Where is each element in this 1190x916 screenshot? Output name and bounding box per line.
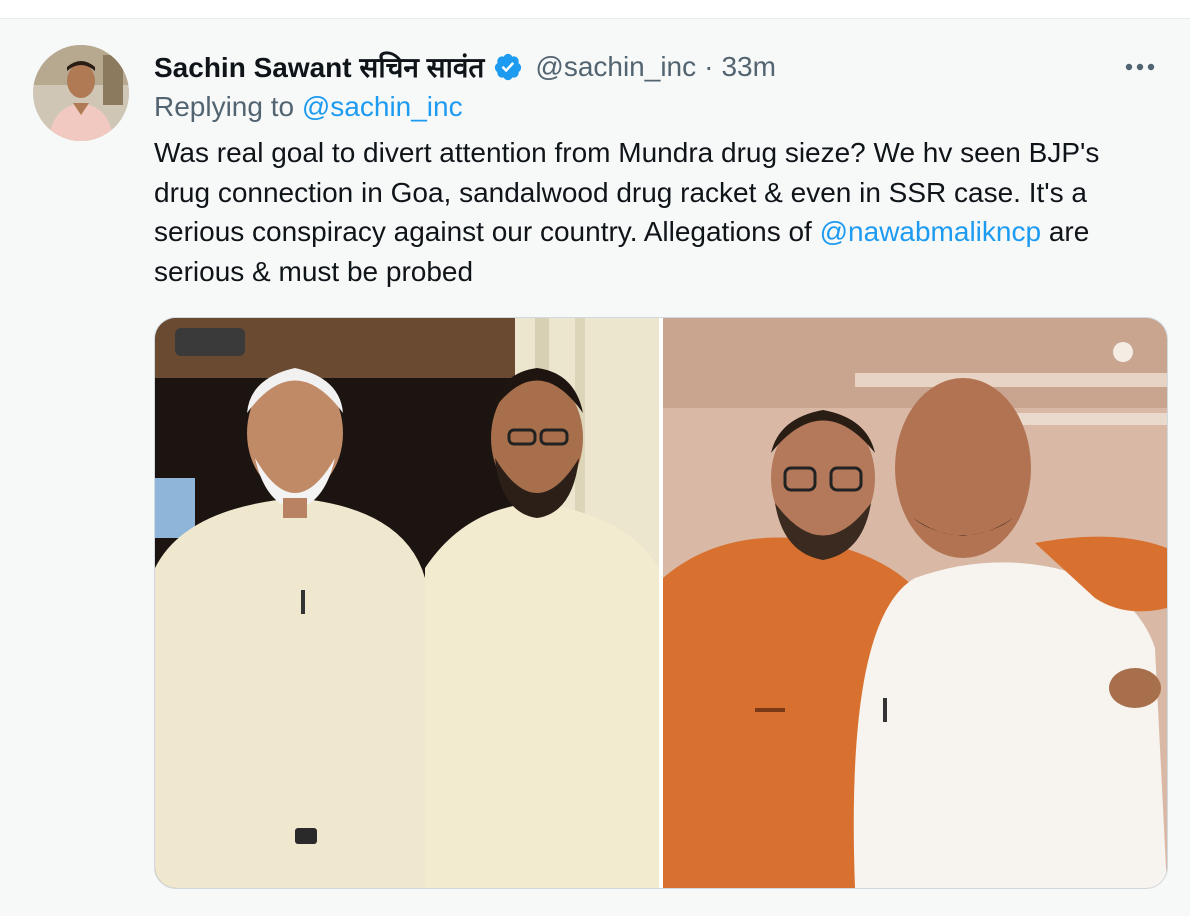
tweet-header: Sachin Sawant सचिन सावंत @sachin_inc · 3…: [154, 47, 1160, 87]
timestamp[interactable]: 33m: [721, 51, 775, 83]
separator-dot: ·: [704, 51, 714, 82]
tweet-text-line: serious & must be probed: [154, 255, 474, 287]
tweet-media[interactable]: [154, 317, 1168, 889]
tweet-text-line: drug connection in Goa, sandalwood drug …: [154, 176, 1087, 208]
photo-right[interactable]: [663, 318, 1167, 888]
tweet-text: Was real goal to divert attention from M…: [154, 133, 1166, 291]
tweet[interactable]: Sachin Sawant सचिन सावंत @sachin_inc · 3…: [0, 19, 1190, 916]
avatar[interactable]: [33, 45, 129, 141]
mention-link[interactable]: @nawabmalikncp: [820, 216, 1041, 247]
tweet-text-segment: serious conspiracy against our country. …: [154, 216, 820, 247]
photo-left[interactable]: [155, 318, 659, 888]
more-options-icon[interactable]: [1120, 49, 1160, 85]
verified-badge-icon: [493, 52, 523, 82]
handle[interactable]: @sachin_inc: [535, 51, 696, 83]
display-name[interactable]: Sachin Sawant सचिन सावंत: [154, 48, 484, 86]
tweet-text-segment: are: [1041, 216, 1090, 247]
replying-to: Replying to @sachin_inc: [154, 91, 463, 127]
replying-to-mention[interactable]: @sachin_inc: [302, 91, 463, 122]
tweet-text-line: serious conspiracy against our country. …: [154, 212, 1166, 252]
replying-to-prefix: Replying to: [154, 91, 295, 122]
top-strip: [0, 0, 1190, 19]
tweet-text-line: Was real goal to divert attention from M…: [154, 137, 1100, 168]
